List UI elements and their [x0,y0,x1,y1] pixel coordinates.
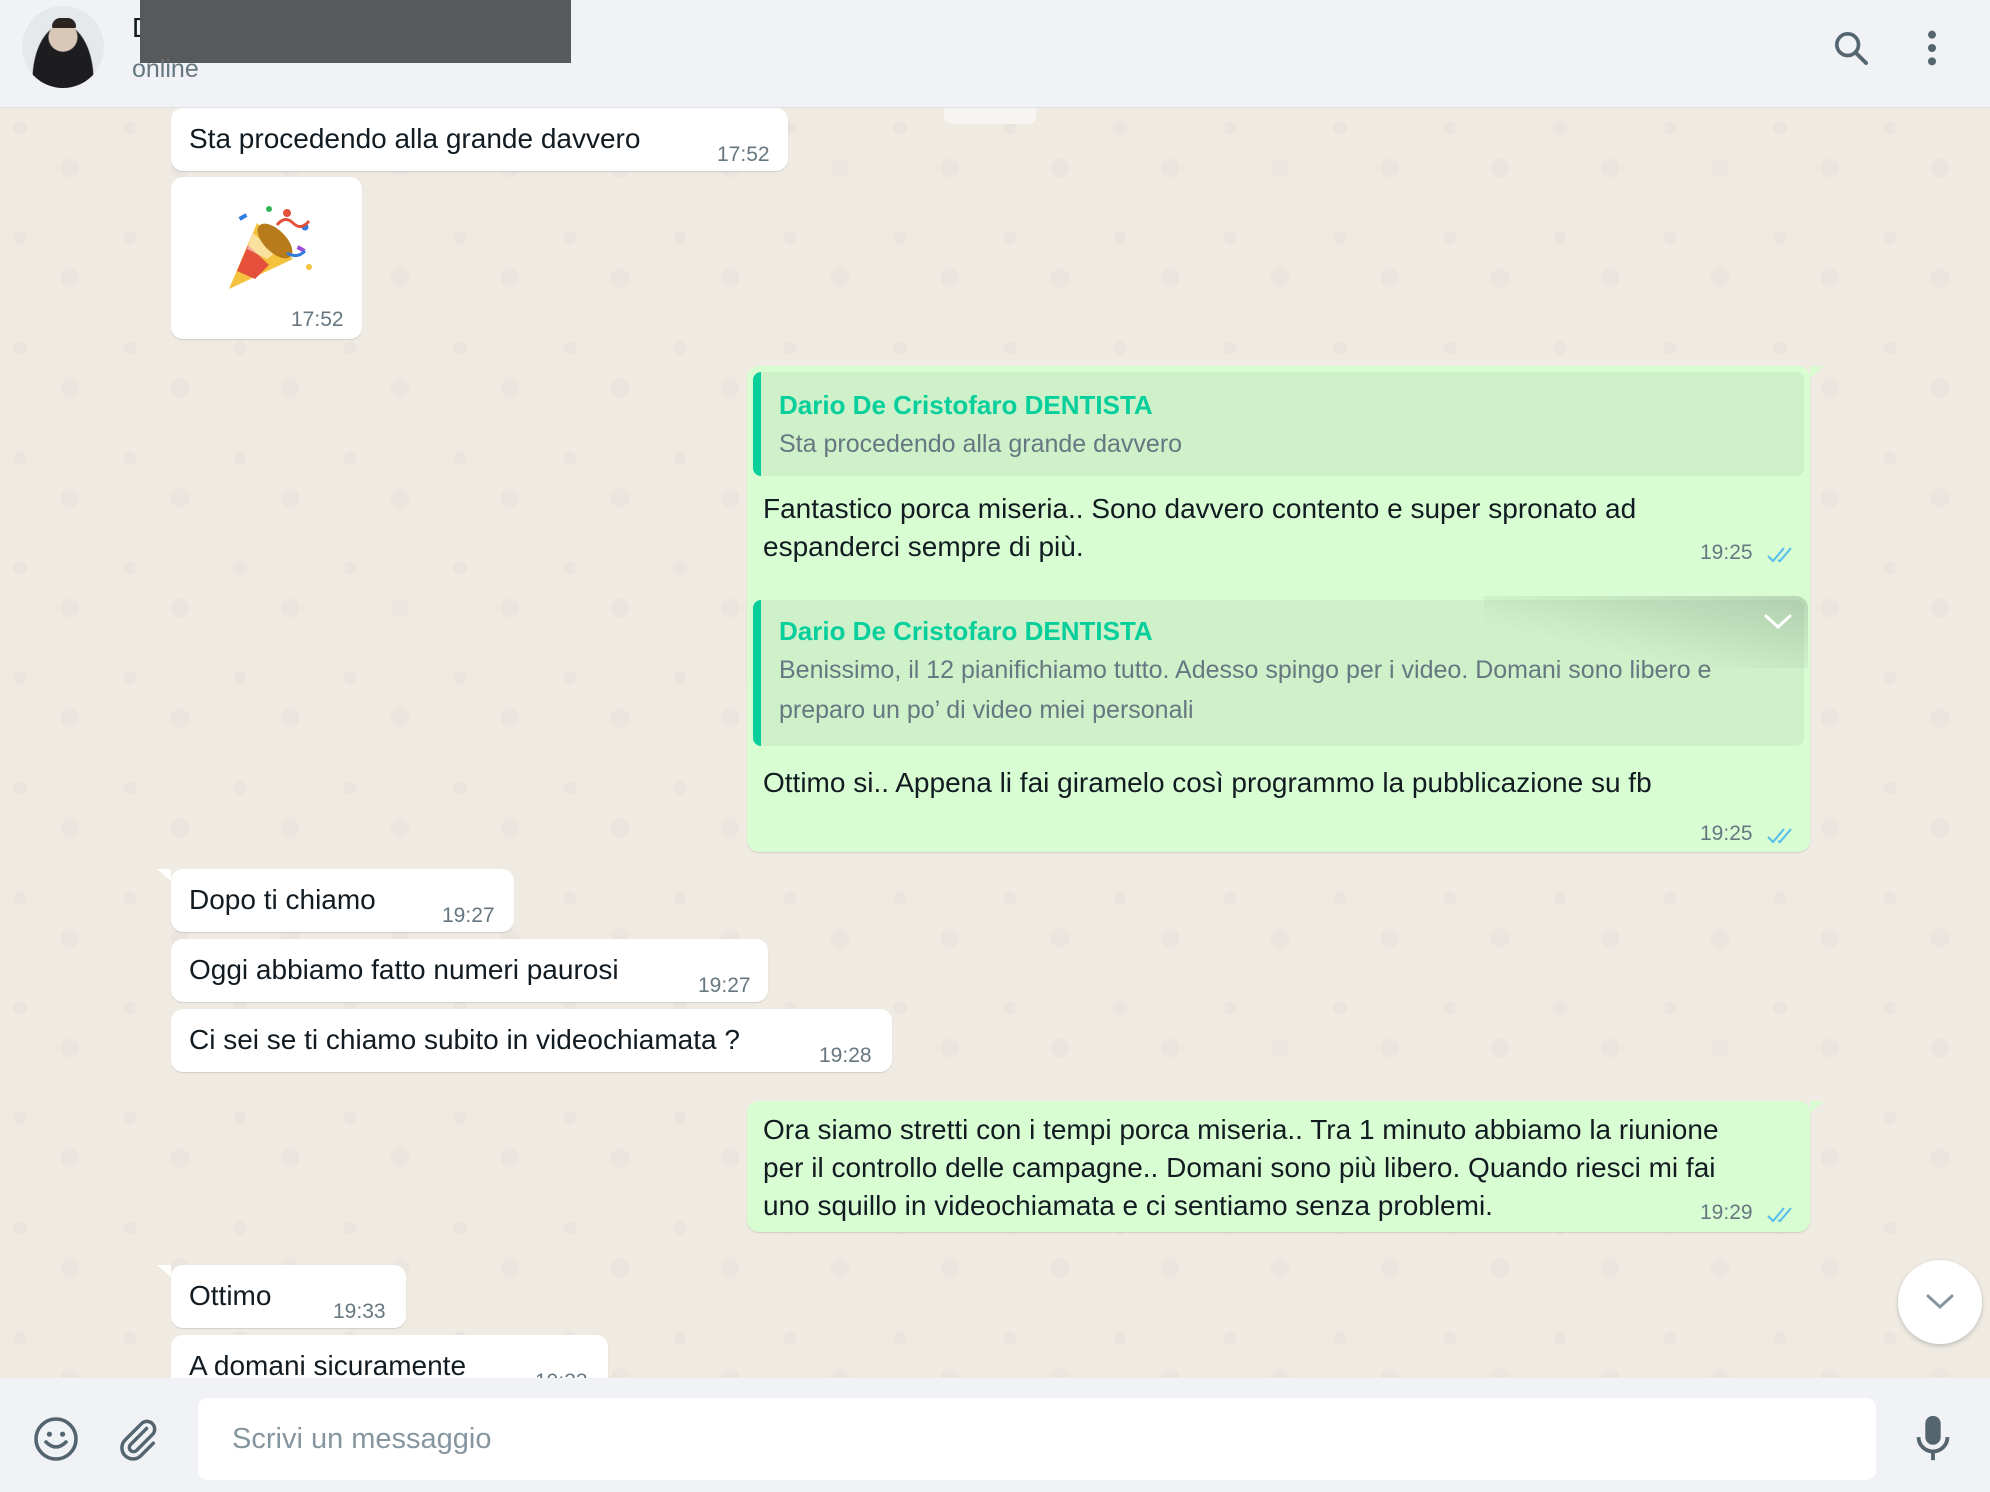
message-input[interactable] [198,1398,1876,1480]
message-incoming[interactable]: A domani sicuramente 19:33 [171,1335,608,1378]
message-text-line: uno squillo in videochiamata e ci sentia… [763,1190,1493,1221]
message-text: Ci sei se ti chiamo subito in videochiam… [189,1024,740,1055]
quoted-message[interactable]: Dario De Cristofaro DENTISTA Sta procede… [753,372,1804,476]
read-ticks-icon [1767,547,1792,563]
quote-text: Sta procedendo alla grande davvero [779,430,1183,458]
message-text: A domani sicuramente [189,1350,467,1378]
bubble-tail [1810,366,1824,378]
message-outgoing[interactable]: Ora siamo stretti con i tempi porca mise… [747,1101,1810,1232]
read-ticks-icon [1767,1207,1792,1223]
contact-avatar[interactable] [22,6,104,88]
quote-author: Dario De Cristofaro DENTISTA [779,616,1153,646]
contact-status: online [132,55,199,83]
chevron-down-icon [1926,1294,1954,1310]
redacted-name-block [140,0,571,63]
message-text: Oggi abbiamo fatto numeri paurosi [189,954,619,985]
message-incoming[interactable]: Ci sei se ti chiamo subito in videochiam… [171,1009,892,1072]
read-ticks-icon [1767,828,1792,844]
message-text: Dopo ti chiamo [189,884,376,915]
composer-bar [0,1378,1990,1492]
message-incoming[interactable]: Oggi abbiamo fatto numeri paurosi 19:27 [171,939,768,1002]
message-time: 19:25 [1700,822,1753,845]
message-incoming[interactable]: Sta procedendo alla grande davvero 17:52 [171,108,788,171]
message-time: 19:29 [1700,1201,1753,1224]
menu-dots-icon[interactable] [1910,26,1954,70]
sticker-message[interactable]: 17:52 [171,177,362,339]
message-text: Ottimo si.. Appena li fai giramelo così … [763,767,1652,798]
attach-icon[interactable] [113,1414,163,1464]
bubble-tail [1810,1101,1824,1113]
scroll-to-bottom-button[interactable] [1898,1260,1982,1344]
message-incoming[interactable]: Ottimo 19:33 [171,1265,406,1328]
message-text: Sta procedendo alla grande davvero [189,123,641,154]
message-time: 19:27 [698,974,751,997]
chevron-down-icon[interactable] [1760,604,1796,640]
message-text-line: Fantastico porca miseria.. Sono davvero … [763,493,1637,524]
emoji-icon[interactable] [31,1414,81,1464]
quote-text-line: preparo un po’ di video miei personali [779,696,1194,724]
bubble-tail [157,869,171,881]
message-text: Ottimo [189,1280,272,1311]
message-list[interactable]: Sta procedendo alla grande davvero 17:52… [0,108,1990,1378]
message-time: 19:33 [333,1300,386,1323]
date-chip [944,108,1036,124]
message-time: 19:28 [819,1044,872,1067]
message-time: 19:27 [442,904,495,927]
message-text-line: per il controllo delle campagne.. Domani… [763,1152,1716,1183]
message-time: 19:33 [535,1370,588,1378]
bubble-tail [157,1265,171,1277]
message-text-line: espanderci sempre di più. [763,531,1084,562]
message-time: 17:52 [291,308,344,331]
message-text-line: Ora siamo stretti con i tempi porca mise… [763,1114,1719,1145]
message-time: 17:52 [717,143,770,166]
chat-header: D online [0,0,1990,108]
message-outgoing[interactable]: Dario De Cristofaro DENTISTA Benissimo, … [747,592,1810,852]
party-popper-sticker [217,197,317,302]
message-time: 19:25 [1700,541,1753,564]
quote-author: Dario De Cristofaro DENTISTA [779,390,1153,420]
message-incoming[interactable]: Dopo ti chiamo 19:27 [171,869,514,932]
search-icon[interactable] [1829,26,1873,70]
microphone-icon[interactable] [1908,1414,1958,1464]
